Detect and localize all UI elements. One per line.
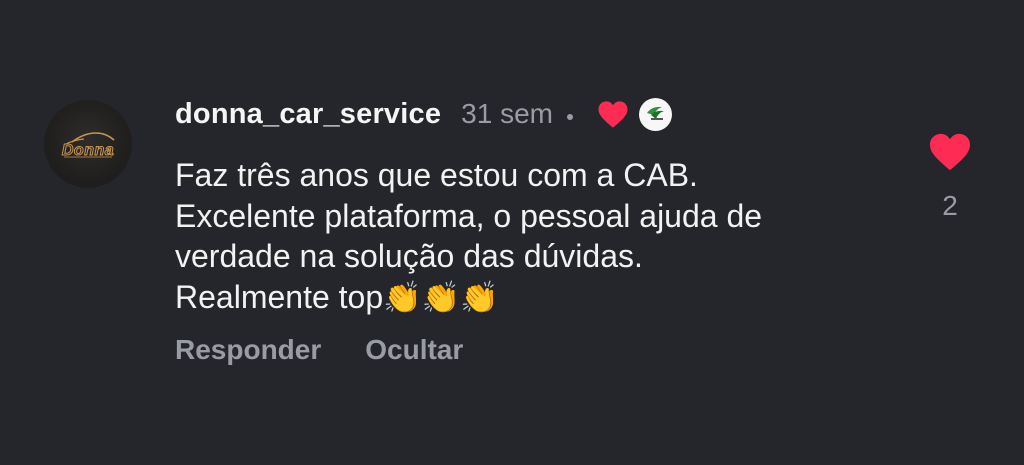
- avatar[interactable]: Donna: [44, 100, 132, 188]
- comment-line: verdade na solução das dúvidas.: [175, 238, 643, 274]
- comment-actions: Responder Ocultar: [175, 334, 463, 366]
- username[interactable]: donna_car_service: [175, 98, 441, 131]
- like-count: 2: [942, 190, 958, 221]
- comment-header: donna_car_service 31 sem: [175, 92, 672, 136]
- comment-line: Excelente plataforma, o pessoal ajuda de: [175, 197, 763, 234]
- reply-button[interactable]: Responder: [175, 334, 321, 366]
- comment: Donna donna_car_service 31 sem Faz três …: [0, 0, 1024, 465]
- comment-line: Faz três anos que estou com a CAB.: [175, 157, 698, 193]
- clap-emoji: 👏: [460, 279, 499, 315]
- creator-avatar-icon: [639, 97, 672, 131]
- hide-button[interactable]: Ocultar: [365, 334, 463, 366]
- timestamp: 31 sem: [461, 98, 553, 129]
- heart-icon[interactable]: [927, 132, 973, 172]
- clap-emoji: 👏: [383, 279, 422, 315]
- comment-text: Faz três anos que estou com a CAB. Excel…: [175, 155, 895, 317]
- creator-heart-icon: [597, 99, 631, 129]
- svg-text:Donna: Donna: [62, 142, 114, 159]
- comment-line-last: Realmente top👏👏👏: [175, 277, 895, 318]
- like-button[interactable]: 2: [926, 132, 974, 222]
- donna-car-logo-icon: Donna: [61, 132, 115, 160]
- separator-dot: [567, 114, 573, 120]
- clap-emoji: 👏: [421, 279, 461, 315]
- comment-line: Realmente top: [175, 278, 384, 315]
